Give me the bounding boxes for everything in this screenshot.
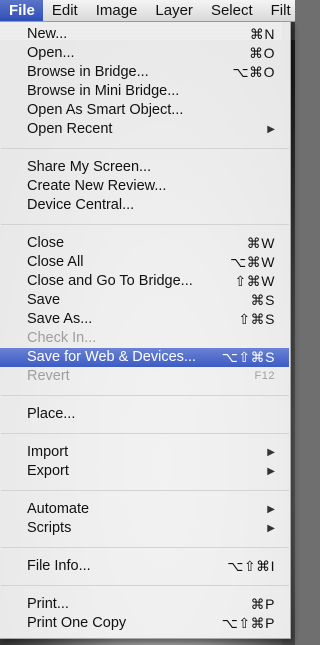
menu-item-label: Open As Smart Object... (27, 102, 184, 118)
menu-separator (1, 547, 289, 548)
menu-separator (1, 224, 289, 225)
menu-item-save-as[interactable]: Save As... ⇧⌘S (0, 310, 289, 329)
menu-bar: File Edit Image Layer Select Filt (0, 0, 295, 22)
menu-item-label: Import (27, 444, 69, 460)
menu-item-revert: Revert F12 (0, 367, 289, 386)
menu-item-open-recent[interactable]: Open Recent ▶ (0, 120, 289, 139)
menu-item-label: Create New Review... (27, 178, 167, 194)
menu-item-label: Save for Web & Devices... (27, 349, 196, 365)
submenu-arrow-icon: ▶ (267, 523, 275, 534)
menu-item-place[interactable]: Place... (0, 405, 289, 424)
menubar-image[interactable]: Image (87, 0, 147, 21)
submenu-arrow-icon: ▶ (267, 504, 275, 515)
menu-item-label: Open Recent (27, 121, 113, 137)
menu-item-label: Close and Go To Bridge... (27, 273, 193, 289)
menu-item-label: Revert (27, 368, 70, 384)
menu-item-close[interactable]: Close ⌘W (0, 234, 289, 253)
menubar-filter[interactable]: Filt (262, 0, 295, 21)
menu-item-shortcut: F12 (254, 370, 275, 382)
menu-item-shortcut: ⌘P (250, 596, 275, 612)
menu-item-shortcut: ⌘S (250, 292, 275, 308)
menu-item-shortcut: ⌘N (249, 26, 275, 42)
menu-item-label: Print... (27, 596, 69, 612)
menu-item-label: Export (27, 463, 69, 479)
menubar-layer[interactable]: Layer (146, 0, 202, 21)
menu-item-save[interactable]: Save ⌘S (0, 291, 289, 310)
menu-item-label: Check In... (27, 330, 97, 346)
menu-item-save-for-web[interactable]: Save for Web & Devices... ⌥⇧⌘S (0, 348, 289, 367)
menu-item-shortcut: ⌥⌘W (230, 254, 275, 270)
menubar-edit[interactable]: Edit (43, 0, 87, 21)
menu-item-browse-in-bridge[interactable]: Browse in Bridge... ⌥⌘O (0, 63, 289, 82)
menu-item-label: Close (27, 235, 65, 251)
submenu-arrow-icon: ▶ (267, 124, 275, 135)
menu-item-close-all[interactable]: Close All ⌥⌘W (0, 253, 289, 272)
menu-item-share-my-screen[interactable]: Share My Screen... (0, 158, 289, 177)
menu-item-shortcut: ⌥⇧⌘P (221, 615, 275, 631)
submenu-arrow-icon: ▶ (267, 447, 275, 458)
menu-item-shortcut: ⌘O (249, 45, 275, 61)
menu-item-shortcut: ⇧⌘S (238, 311, 275, 327)
menu-item-label: Device Central... (27, 197, 135, 213)
menu-item-print[interactable]: Print... ⌘P (0, 595, 289, 614)
file-menu: New... ⌘N Open... ⌘O Browse in Bridge...… (0, 22, 291, 639)
menu-item-shortcut: ⌘W (246, 235, 275, 251)
menu-item-open[interactable]: Open... ⌘O (0, 44, 289, 63)
menu-item-label: Save (27, 292, 61, 308)
menu-item-file-info[interactable]: File Info... ⌥⇧⌘I (0, 557, 289, 576)
menu-separator (1, 395, 289, 396)
menu-separator (1, 585, 289, 586)
menu-item-label: Print One Copy (27, 615, 127, 631)
menu-item-label: Open... (27, 45, 75, 61)
menu-separator (1, 148, 289, 149)
menu-item-label: Place... (27, 406, 76, 422)
menu-item-open-as-smart-object[interactable]: Open As Smart Object... (0, 101, 289, 120)
menu-item-label: New... (27, 26, 68, 42)
menu-item-shortcut: ⇧⌘W (234, 273, 275, 289)
menu-item-check-in: Check In... (0, 329, 289, 348)
menu-item-browse-in-mini-bridge[interactable]: Browse in Mini Bridge... (0, 82, 289, 101)
menu-item-label: Scripts (27, 520, 72, 536)
menu-item-automate[interactable]: Automate ▶ (0, 500, 289, 519)
menu-item-print-one-copy[interactable]: Print One Copy ⌥⇧⌘P (0, 614, 289, 633)
menu-item-scripts[interactable]: Scripts ▶ (0, 519, 289, 538)
submenu-arrow-icon: ▶ (267, 466, 275, 477)
menu-item-export[interactable]: Export ▶ (0, 462, 289, 481)
menu-item-label: Save As... (27, 311, 93, 327)
menubar-file[interactable]: File (0, 0, 43, 21)
menu-item-close-and-go-to-bridge[interactable]: Close and Go To Bridge... ⇧⌘W (0, 272, 289, 291)
menu-item-label: Close All (27, 254, 84, 270)
menu-item-shortcut: ⌥⇧⌘I (227, 558, 275, 574)
menu-item-label: Automate (27, 501, 90, 517)
menu-item-label: Browse in Mini Bridge... (27, 83, 180, 99)
menu-separator (1, 490, 289, 491)
menu-item-create-new-review[interactable]: Create New Review... (0, 177, 289, 196)
menu-item-label: Share My Screen... (27, 159, 152, 175)
menu-item-import[interactable]: Import ▶ (0, 443, 289, 462)
menu-item-shortcut: ⌥⇧⌘S (221, 349, 275, 365)
menu-item-shortcut: ⌥⌘O (232, 64, 275, 80)
menubar-select[interactable]: Select (202, 0, 262, 21)
menu-item-label: File Info... (27, 558, 91, 574)
menu-separator (1, 433, 289, 434)
menu-item-label: Browse in Bridge... (27, 64, 149, 80)
menu-item-new[interactable]: New... ⌘N (0, 25, 289, 44)
menu-item-device-central[interactable]: Device Central... (0, 196, 289, 215)
